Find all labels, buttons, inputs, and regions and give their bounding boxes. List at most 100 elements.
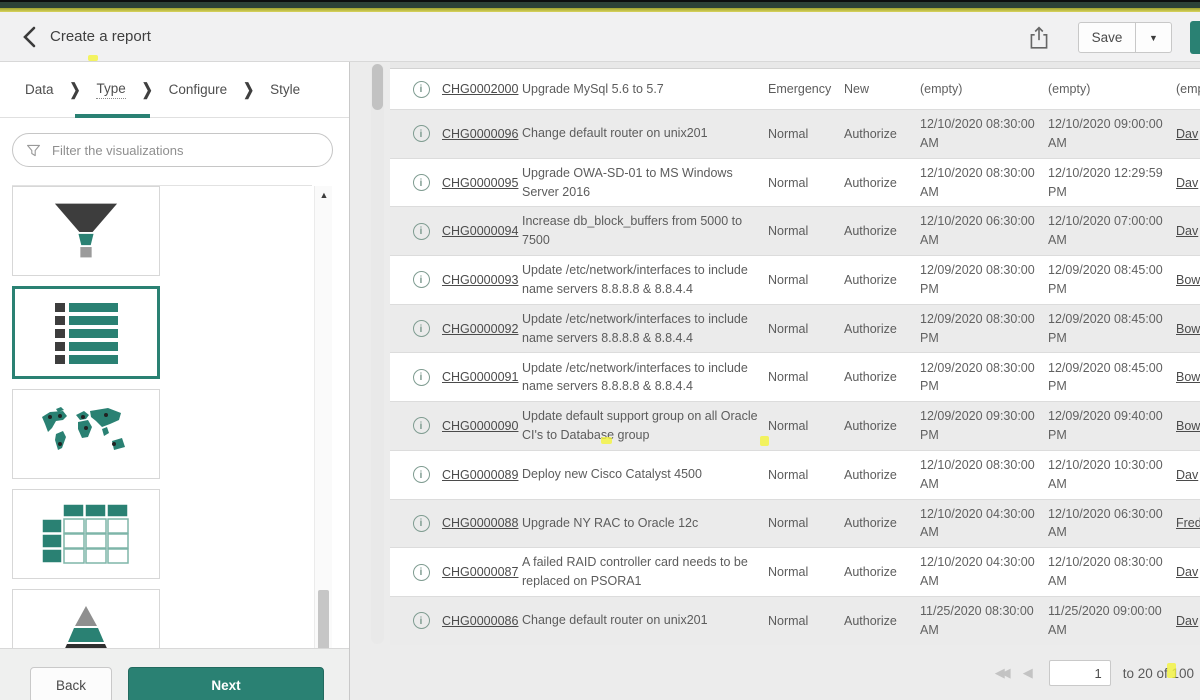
viz-thumbnail-funnel[interactable]: [12, 186, 160, 276]
planned-start-cell: 12/09/2020 08:30:00PM: [920, 261, 1048, 299]
row-info-cell: i: [400, 320, 442, 337]
assigned-to-link[interactable]: Dav: [1176, 176, 1198, 190]
first-page-icon[interactable]: ◀◀: [995, 665, 1007, 681]
state-cell: Authorize: [844, 565, 920, 579]
assigned-to-cell: Dav: [1176, 468, 1200, 482]
priority-cell: Normal: [768, 370, 844, 384]
priority-cell: Emergency: [768, 82, 844, 96]
info-icon[interactable]: i: [413, 564, 430, 581]
change-record-link[interactable]: CHG0000087: [442, 565, 518, 579]
info-icon[interactable]: i: [413, 417, 430, 434]
change-number-cell: CHG0000094: [442, 224, 522, 238]
info-icon[interactable]: i: [413, 81, 430, 98]
row-info-cell: i: [400, 612, 442, 629]
viz-thumbnail-pyramid[interactable]: [12, 589, 160, 649]
scrollbar-thumb[interactable]: [318, 590, 329, 652]
row-info-cell: i: [400, 125, 442, 142]
change-record-link[interactable]: CHG0000096: [442, 127, 518, 141]
change-record-link[interactable]: CHG0002000: [442, 82, 518, 96]
assigned-to-link[interactable]: Dav: [1176, 127, 1198, 141]
change-record-link[interactable]: CHG0000088: [442, 516, 518, 530]
wizard-step-style[interactable]: Style: [270, 82, 300, 97]
partial-row-top: [390, 62, 1200, 69]
short-description-cell: Change default router on unix201: [522, 124, 768, 143]
assigned-to-link[interactable]: Fred: [1176, 516, 1200, 530]
visualization-type-list: [12, 185, 312, 649]
change-record-link[interactable]: CHG0000091: [442, 370, 518, 384]
row-range-label: to 20 of 100: [1123, 666, 1194, 681]
state-cell: Authorize: [844, 468, 920, 482]
change-record-link[interactable]: CHG0000090: [442, 419, 518, 433]
change-record-link[interactable]: CHG0000086: [442, 614, 518, 628]
assigned-to-link[interactable]: Bow: [1176, 322, 1200, 336]
table-scrollbar-thumb[interactable]: [372, 64, 383, 110]
save-dropdown-button[interactable]: ▼: [1136, 22, 1172, 53]
back-button[interactable]: Back: [30, 667, 112, 700]
planned-start-cell: 12/10/2020 08:30:00AM: [920, 115, 1048, 153]
viz-list-scrollbar[interactable]: ▲ ▼: [314, 186, 332, 700]
info-icon[interactable]: i: [413, 369, 430, 386]
viz-thumbnail-table[interactable]: [12, 489, 160, 579]
info-icon[interactable]: i: [413, 271, 430, 288]
active-step-indicator: [75, 114, 150, 118]
save-button[interactable]: Save: [1078, 22, 1136, 53]
assigned-to-link[interactable]: Dav: [1176, 468, 1198, 482]
back-chevron-icon[interactable]: [18, 25, 44, 51]
wizard-step-type[interactable]: Type: [96, 81, 125, 99]
assigned-to-link[interactable]: Bow: [1176, 273, 1200, 287]
short-description-cell: Update /etc/network/interfaces to includ…: [522, 359, 768, 397]
change-record-link[interactable]: CHG0000089: [442, 468, 518, 482]
assigned-to-link[interactable]: Dav: [1176, 224, 1198, 238]
assigned-to-link[interactable]: Dav: [1176, 614, 1198, 628]
page-number-input[interactable]: [1049, 660, 1111, 686]
assigned-to-cell: Bow: [1176, 273, 1200, 287]
next-button[interactable]: Next: [128, 667, 324, 700]
visualization-filter: [12, 133, 333, 167]
assigned-to-link[interactable]: Bow: [1176, 419, 1200, 433]
viz-thumbnail-map[interactable]: [12, 389, 160, 479]
table-scrollbar[interactable]: [371, 64, 384, 644]
assigned-to-cell: (empty): [1176, 82, 1200, 96]
change-record-link[interactable]: CHG0000092: [442, 322, 518, 336]
info-icon[interactable]: i: [413, 466, 430, 483]
table-row: i CHG0000088 Upgrade NY RAC to Oracle 12…: [390, 499, 1200, 548]
page-title: Create a report: [50, 28, 151, 45]
planned-end-cell: 11/25/2020 09:00:00AM: [1048, 602, 1176, 640]
info-icon[interactable]: i: [413, 174, 430, 191]
planned-end-cell: 12/09/2020 08:45:00PM: [1048, 359, 1176, 397]
assigned-to-cell: Bow: [1176, 322, 1200, 336]
previous-page-icon[interactable]: ◀: [1023, 665, 1033, 681]
share-icon[interactable]: [1026, 25, 1052, 53]
planned-end-cell: 12/10/2020 09:00:00AM: [1048, 115, 1176, 153]
assigned-to-link[interactable]: Bow: [1176, 370, 1200, 384]
scroll-up-icon[interactable]: ▲: [319, 190, 329, 200]
info-icon[interactable]: i: [413, 612, 430, 629]
short-description-cell: Update /etc/network/interfaces to includ…: [522, 310, 768, 348]
info-icon[interactable]: i: [413, 320, 430, 337]
short-description-cell: Update /etc/network/interfaces to includ…: [522, 261, 768, 299]
wizard-step-data[interactable]: Data: [25, 82, 54, 97]
info-icon[interactable]: i: [413, 125, 430, 142]
info-icon[interactable]: i: [413, 223, 430, 240]
state-cell: Authorize: [844, 176, 920, 190]
assigned-to-cell: Dav: [1176, 224, 1200, 238]
app-window: Create a report Save ▼ Data ❯ Type ❯ Con…: [0, 0, 1200, 700]
info-icon[interactable]: i: [413, 515, 430, 532]
table-row: i CHG0000086 Change default router on un…: [390, 596, 1200, 645]
planned-start-cell: 12/10/2020 08:30:00AM: [920, 164, 1048, 202]
change-record-link[interactable]: CHG0000093: [442, 273, 518, 287]
wizard-step-configure[interactable]: Configure: [169, 82, 228, 97]
state-cell: Authorize: [844, 419, 920, 433]
planned-start-cell: 12/10/2020 08:30:00AM: [920, 456, 1048, 494]
priority-cell: Normal: [768, 419, 844, 433]
change-record-link[interactable]: CHG0000095: [442, 176, 518, 190]
viz-thumbnail-list[interactable]: [12, 286, 160, 379]
row-info-cell: i: [400, 515, 442, 532]
clipped-edge-button[interactable]: [1190, 21, 1200, 54]
change-number-cell: CHG0000089: [442, 468, 522, 482]
change-record-link[interactable]: CHG0000094: [442, 224, 518, 238]
assigned-to-link[interactable]: Dav: [1176, 565, 1198, 579]
short-description-cell: Update default support group on all Orac…: [522, 407, 768, 445]
row-info-cell: i: [400, 223, 442, 240]
filter-visualizations-input[interactable]: [50, 142, 332, 159]
